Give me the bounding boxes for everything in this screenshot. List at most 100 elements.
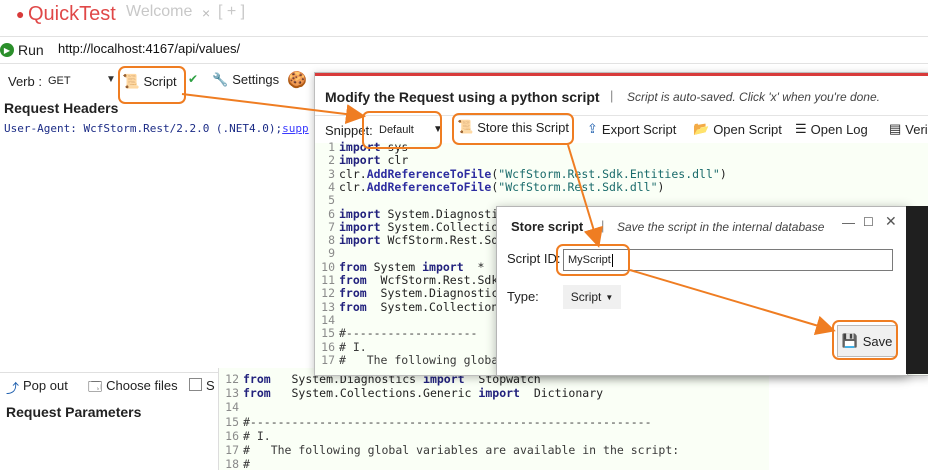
code-token: clr. (339, 179, 367, 194)
code-token: WcfStorm.Rest.Sdk (387, 233, 506, 248)
pop-out-icon: ⤴ (6, 381, 20, 396)
code-line: 10 from System import * (315, 260, 484, 274)
code-token: AddReferenceToFile (366, 166, 492, 181)
code-token: System.Diagnostics (387, 206, 513, 221)
code-token: import (339, 206, 388, 221)
choose-files-label: Choose files (106, 378, 178, 393)
wrench-icon: 🔧 (212, 72, 229, 87)
line-number: 11 (321, 273, 335, 287)
settings-label: Settings (232, 72, 280, 87)
choose-files-button[interactable]: 🗔 Choose files (88, 378, 178, 400)
open-label: Open Script (713, 121, 782, 137)
open-log-button[interactable]: ☰ Open Log (795, 121, 868, 137)
code-token: "WcfStorm.Rest.Sdk.dll" (498, 179, 658, 194)
maximize-icon[interactable]: ☐ (863, 215, 874, 229)
app-title: QuickTest (28, 3, 116, 25)
code-token: "WcfStorm.Rest.Sdk.Entities.dll" (498, 166, 720, 181)
code-token: from (339, 273, 374, 287)
dialog-subtitle: Script is auto-saved. Click 'x' when you… (627, 90, 880, 104)
line-number: 18 (225, 457, 239, 471)
code-token: System.Collections (373, 299, 506, 314)
code-token: from (339, 299, 374, 314)
open-script-button[interactable]: 📂 Open Script (693, 121, 782, 137)
folder-icon: 🗔 (88, 379, 103, 394)
highlight-script-button (118, 66, 186, 104)
code-line: 4 clr.AddReferenceToFile("WcfStorm.Rest.S… (315, 180, 664, 194)
code-token: from (243, 386, 278, 401)
title-separator: | (601, 218, 605, 233)
code-line: 11from WcfStorm.Rest.Sdk i (315, 273, 519, 287)
line-number: 6 (328, 206, 335, 221)
code-token: System.Collections.Generic (277, 386, 479, 401)
dialog-title: Modify the Request using a python script (325, 89, 600, 105)
close-icon[interactable]: ✕ (885, 213, 897, 230)
code-line: 14 (315, 313, 339, 327)
export-script-button[interactable]: ⇪ Export Script (587, 121, 676, 137)
add-tab-button[interactable]: [ + ] (218, 3, 245, 21)
code-token: import (339, 233, 388, 248)
line-number: 17 (225, 443, 239, 457)
header-tail: supp (282, 122, 309, 135)
headers-editor[interactable]: User-Agent: WcfStorm.Rest/2.2.0 (.NET4.0… (4, 122, 309, 135)
verify-button[interactable]: ▤ Veri (889, 121, 928, 137)
code-token: # I. (243, 428, 271, 443)
code-token: ) (719, 166, 727, 181)
code-token: # (243, 457, 250, 471)
bottom-code-editor[interactable]: 12 from System.Diagnostics import Stopwat… (218, 368, 769, 471)
highlight-store-button (452, 113, 574, 145)
veri-label: Veri (905, 121, 928, 137)
line-number: 12 (321, 286, 335, 301)
minimize-icon[interactable]: — (842, 215, 855, 230)
tab-close-icon[interactable]: × (202, 5, 210, 21)
line-number: 13 (321, 299, 335, 314)
line-number: 2 (328, 153, 335, 168)
chevron-down-icon: ▼ (605, 292, 614, 302)
code-token: * (470, 259, 485, 274)
code-line: 3 clr.AddReferenceToFile("WcfStorm.Rest.S… (315, 167, 727, 181)
url-input[interactable]: http://localhost:4167/api/values/ (58, 41, 240, 56)
code-token: import (339, 219, 388, 234)
line-number: 14 (225, 400, 239, 415)
verb-value: GET (48, 75, 71, 87)
code-line: 13 from System.Collections.Generic import… (219, 386, 603, 400)
code-line: 7 import System.Collections (315, 220, 512, 234)
code-token: import (478, 386, 527, 401)
code-token: # I. (339, 339, 367, 354)
code-line: 6 import System.Diagnostics (315, 207, 512, 221)
log-icon: ☰ (795, 121, 807, 136)
run-button[interactable]: ▶ Run (0, 40, 44, 60)
request-parameters-title: Request Parameters (6, 404, 142, 420)
script-id-label: Script ID: (507, 251, 561, 266)
line-number: 14 (321, 312, 335, 327)
line-number: 5 (328, 193, 335, 208)
dialog-title: Store script (511, 219, 584, 234)
tab-welcome[interactable]: Welcome (126, 3, 192, 21)
dialog-subtitle: Save the script in the internal database (617, 220, 825, 234)
title-separator: | (610, 88, 614, 103)
code-token: from (243, 372, 278, 386)
checkbox[interactable] (189, 378, 202, 391)
code-token: AddReferenceToFile (366, 179, 492, 194)
code-token: from (339, 259, 374, 274)
code-token: System.Collections (387, 219, 513, 234)
code-line: 12 from System.Diagnostics (315, 286, 505, 300)
window-edge (906, 206, 928, 374)
dialog-accent-bar (315, 73, 928, 76)
request-headers-title: Request Headers (4, 100, 119, 116)
line-number: 4 (328, 179, 335, 194)
line-number: 15 (225, 414, 239, 429)
code-line: 8 import WcfStorm.Rest.Sdk (315, 233, 505, 247)
code-token: #---------------------------------------… (243, 414, 652, 429)
type-select[interactable]: Script ▼ (563, 285, 621, 309)
settings-button[interactable]: 🔧 Settings (212, 72, 279, 88)
cookie-icon[interactable]: 🍪 (287, 70, 307, 90)
pop-out-button[interactable]: ⤴ Pop out (6, 378, 68, 397)
code-line: 14 (219, 400, 243, 414)
chevron-down-icon[interactable]: ▼ (106, 74, 116, 85)
code-token: import (422, 259, 471, 274)
code-line: 16 # I. (315, 340, 367, 354)
code-token: # The following global variables are ava… (243, 443, 680, 457)
code-token: System (373, 259, 423, 274)
code-token: WcfStorm.Rest.Sdk (373, 273, 506, 287)
open-folder-icon: 📂 (693, 121, 710, 136)
